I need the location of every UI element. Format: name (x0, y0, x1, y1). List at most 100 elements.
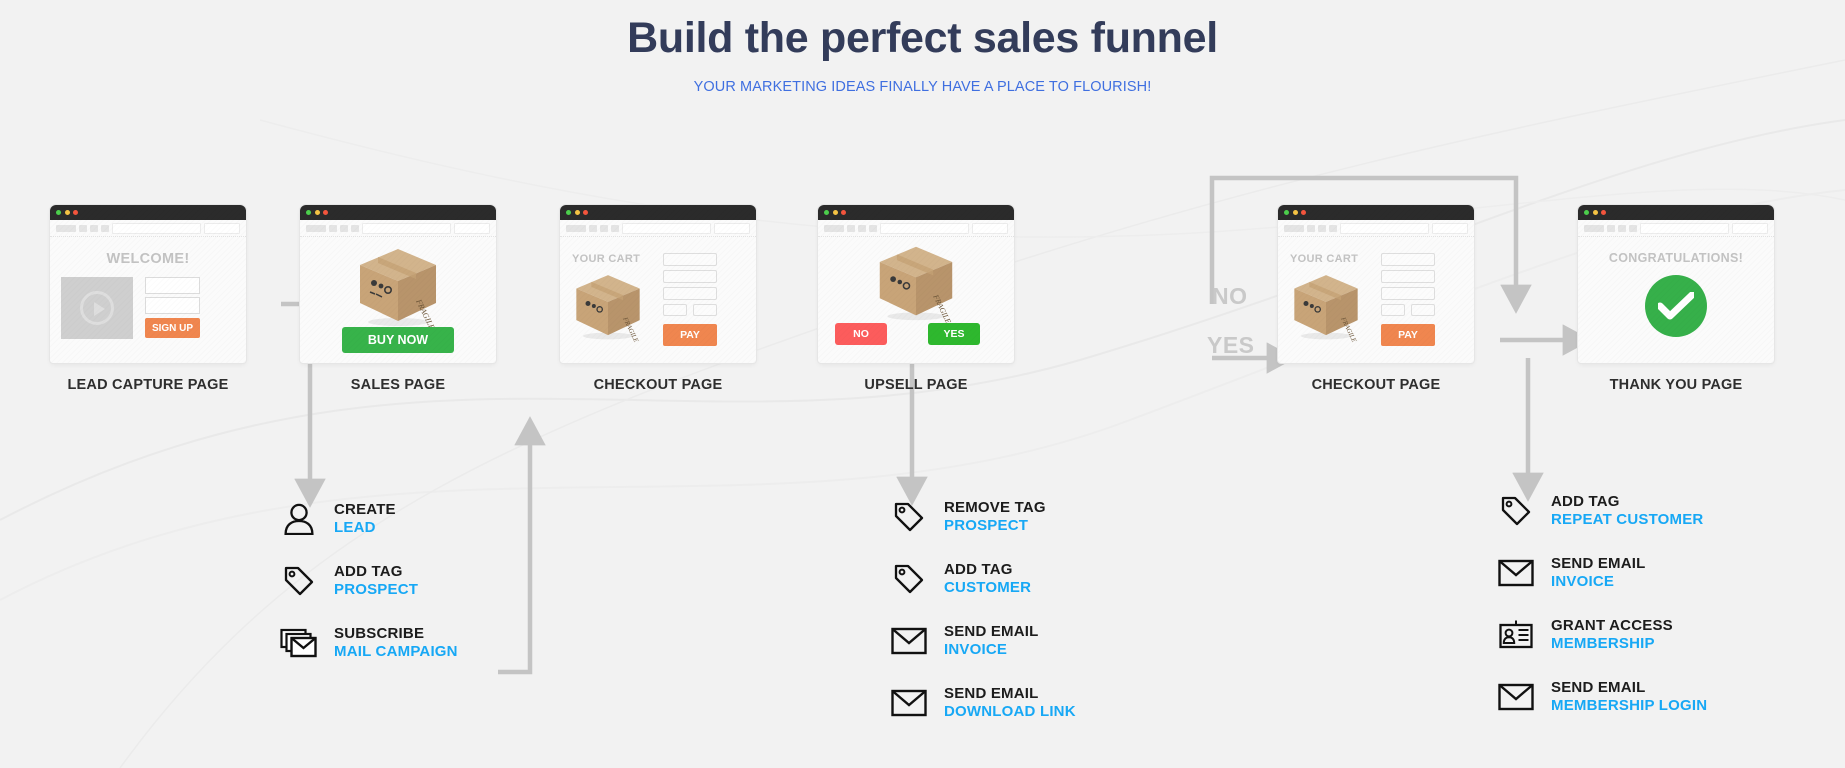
cart-form-row[interactable] (663, 304, 687, 316)
traffic-light-red-icon (1601, 210, 1606, 215)
traffic-light-green-icon (1284, 210, 1289, 215)
cart-form-row[interactable] (663, 270, 717, 283)
mail-stack-icon (278, 624, 320, 662)
browser-titlebar (818, 205, 1014, 220)
pay-button[interactable]: PAY (663, 324, 717, 346)
action-item[interactable]: ADD TAG CUSTOMER (888, 560, 1076, 598)
step-checkout-page-2[interactable]: YOUR CART FRAGILE PAY CHECKOUT PAGE (1278, 205, 1474, 393)
browser-toolbar (1278, 220, 1474, 237)
input-field[interactable] (145, 277, 200, 294)
toolbar-search-bar (454, 222, 490, 234)
buy-now-button[interactable]: BUY NOW (342, 327, 454, 353)
cart-form-row[interactable] (663, 253, 717, 266)
action-label: SEND EMAIL (944, 622, 1039, 640)
step-checkout-page-1[interactable]: YOUR CART FRAGILE PAY CHECKOUT PAGE (560, 205, 756, 393)
action-target: INVOICE (1551, 573, 1615, 590)
step-lead-capture-page[interactable]: WELCOME! SIGN UP LEAD CAPTURE PAGE (50, 205, 246, 393)
sign-up-button[interactable]: SIGN UP (145, 318, 200, 338)
action-item[interactable]: SUBSCRIBE MAIL CAMPAIGN (278, 624, 458, 662)
cart-form-row[interactable] (1381, 304, 1405, 316)
envelope-icon (888, 622, 930, 660)
toolbar-chip (1607, 224, 1615, 232)
tag-icon (1495, 492, 1537, 530)
browser-mockup: FRAGILE NO YES (818, 205, 1014, 363)
cart-form-row[interactable] (1381, 270, 1435, 283)
play-icon (80, 291, 114, 325)
toolbar-chip (340, 224, 348, 232)
browser-mockup: CONGRATULATIONS! (1578, 205, 1774, 363)
envelope-icon (888, 684, 930, 722)
no-button[interactable]: NO (835, 323, 887, 345)
product-box-icon: FRAGILE (576, 275, 640, 343)
action-label: REMOVE TAG (944, 498, 1046, 516)
user-icon (278, 500, 320, 538)
toolbar-chip (90, 224, 98, 232)
action-target: REPEAT CUSTOMER (1551, 511, 1704, 528)
action-label: GRANT ACCESS (1551, 616, 1673, 634)
traffic-light-green-icon (1584, 210, 1589, 215)
page-headline: CONGRATULATIONS! (1608, 251, 1744, 265)
cart-form-row[interactable] (1381, 253, 1435, 266)
browser-titlebar (50, 205, 246, 220)
input-field[interactable] (145, 297, 200, 314)
page-title: Build the perfect sales funnel (627, 14, 1218, 62)
browser-titlebar (1278, 205, 1474, 220)
traffic-light-yellow-icon (64, 210, 70, 215)
toolbar-chip (1307, 224, 1315, 232)
traffic-light-yellow-icon (832, 210, 838, 215)
lead-capture-actions: CREATE LEAD ADD TAG PROSPECT SUBSCRIBE M… (278, 500, 458, 686)
action-item[interactable]: CREATE LEAD (278, 500, 458, 538)
funnel-steps-row: WELCOME! SIGN UP LEAD CAPTURE PAGE FRAGI… (0, 205, 1845, 415)
toolbar-chip (101, 224, 109, 232)
action-item[interactable]: ADD TAG PROSPECT (278, 562, 458, 600)
tag-icon (278, 562, 320, 600)
toolbar-address-bar (112, 222, 201, 234)
page-viewport: WELCOME! SIGN UP (50, 237, 246, 363)
action-item[interactable]: SEND EMAIL INVOICE (888, 622, 1076, 660)
action-item[interactable]: GRANT ACCESS MEMBERSHIP (1495, 616, 1707, 654)
step-sales-page[interactable]: FRAGILE BUY NOW SALES PAGE (300, 205, 496, 393)
traffic-light-green-icon (824, 210, 829, 215)
step-upsell-page[interactable]: FRAGILE NO YES UPSELL PAGE (818, 205, 1014, 393)
cart-form-row[interactable] (1411, 304, 1435, 316)
yes-button[interactable]: YES (928, 323, 980, 345)
browser-titlebar (1578, 205, 1774, 220)
traffic-light-yellow-icon (1292, 210, 1298, 215)
cart-form-row[interactable] (663, 287, 717, 300)
browser-toolbar (818, 220, 1014, 237)
cart-form-row[interactable] (1381, 287, 1435, 300)
action-target: MEMBERSHIP (1551, 635, 1655, 652)
toolbar-chip (1318, 224, 1326, 232)
toolbar-chip (589, 224, 597, 232)
toolbar-address-bar (1640, 222, 1729, 234)
video-placeholder (61, 277, 133, 339)
action-item[interactable]: SEND EMAIL DOWNLOAD LINK (888, 684, 1076, 722)
action-label: ADD TAG (944, 560, 1013, 578)
browser-titlebar (300, 205, 496, 220)
step-caption: LEAD CAPTURE PAGE (67, 377, 229, 393)
action-target: INVOICE (944, 641, 1008, 658)
toolbar-chip (1584, 224, 1604, 232)
toolbar-chip (600, 224, 608, 232)
browser-toolbar (560, 220, 756, 237)
browser-mockup: FRAGILE BUY NOW (300, 205, 496, 363)
funnel-infographic: Build the perfect sales funnel YOUR MARK… (0, 0, 1845, 768)
traffic-light-red-icon (841, 210, 846, 215)
success-check-icon (1645, 275, 1707, 337)
action-label: SUBSCRIBE (334, 624, 425, 642)
step-thank-you-page[interactable]: CONGRATULATIONS! THANK YOU PAGE (1578, 205, 1774, 393)
action-item[interactable]: ADD TAG REPEAT CUSTOMER (1495, 492, 1707, 530)
toolbar-address-bar (1340, 222, 1429, 234)
cart-form-row[interactable] (693, 304, 717, 316)
toolbar-chip (306, 224, 326, 232)
action-item[interactable]: SEND EMAIL MEMBERSHIP LOGIN (1495, 678, 1707, 716)
pay-button[interactable]: PAY (1381, 324, 1435, 346)
browser-toolbar (50, 220, 246, 237)
envelope-icon (1495, 678, 1537, 716)
traffic-light-yellow-icon (574, 210, 580, 215)
header: Build the perfect sales funnel YOUR MARK… (0, 0, 1845, 95)
action-item[interactable]: REMOVE TAG PROSPECT (888, 498, 1076, 536)
page-viewport: FRAGILE BUY NOW (300, 237, 496, 363)
action-item[interactable]: SEND EMAIL INVOICE (1495, 554, 1707, 592)
toolbar-chip (329, 224, 337, 232)
